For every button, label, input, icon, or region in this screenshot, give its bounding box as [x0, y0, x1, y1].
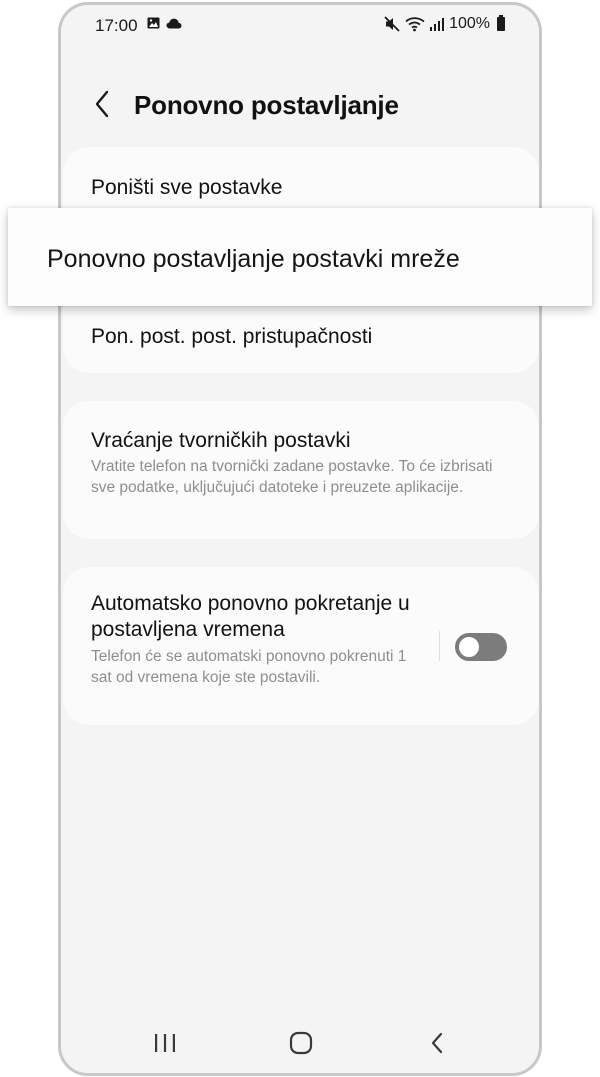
factory-reset-item[interactable]: Vraćanje tvorničkih postavki Vratite tel… — [63, 401, 539, 539]
status-right: 100% — [384, 15, 505, 33]
page-title: Ponovno postavljanje — [134, 90, 399, 120]
reset-network-settings-label: Ponovno postavljanje postavki mreže — [47, 245, 460, 273]
factory-reset-card: Vraćanje tvorničkih postavki Vratite tel… — [63, 401, 539, 539]
gallery-icon — [147, 17, 160, 29]
signal-icon — [430, 18, 445, 31]
auto-restart-card: Automatsko ponovno pokretanje u postavlj… — [63, 567, 539, 725]
reset-accessibility-label: Pon. post. post. pristupačnosti — [91, 325, 373, 348]
home-icon — [289, 1031, 313, 1055]
reset-accessibility-item[interactable]: Pon. post. post. pristupačnosti — [63, 297, 539, 373]
cloud-icon — [166, 18, 182, 28]
auto-restart-label: Automatsko ponovno pokretanje u postavlj… — [91, 592, 410, 641]
chevron-left-icon — [95, 90, 109, 118]
battery-icon — [497, 15, 505, 31]
recent-apps-icon — [155, 1034, 175, 1052]
reset-network-settings-item[interactable]: Ponovno postavljanje postavki mreže — [8, 208, 592, 306]
auto-restart-toggle[interactable] — [455, 633, 507, 661]
status-bar: 17:00 100% — [61, 5, 539, 45]
toggle-divider — [439, 631, 440, 661]
toggle-knob — [457, 635, 481, 659]
reset-all-settings-label: Poništi sve postavke — [91, 176, 283, 199]
phone-frame: 17:00 100% Ponovno postavljanje Poništi … — [58, 2, 542, 1076]
mute-icon — [384, 16, 400, 32]
nav-back-button[interactable] — [407, 1013, 467, 1073]
auto-restart-description: Telefon će se automatski ponovno pokrenu… — [91, 648, 407, 686]
back-icon — [431, 1032, 443, 1054]
header: Ponovno postavljanje — [61, 75, 539, 135]
factory-reset-description: Vratite telefon na tvornički zadane post… — [91, 458, 493, 496]
status-left-icons — [147, 17, 182, 29]
back-button[interactable] — [85, 87, 119, 121]
factory-reset-label: Vraćanje tvorničkih postavki — [91, 429, 351, 452]
recent-apps-button[interactable] — [135, 1013, 195, 1073]
battery-percent: 100% — [449, 15, 490, 32]
wifi-icon — [405, 17, 425, 32]
navigation-bar — [61, 1013, 539, 1073]
home-button[interactable] — [271, 1013, 331, 1073]
status-time: 17:00 — [95, 16, 138, 35]
auto-restart-item[interactable]: Automatsko ponovno pokretanje u postavlj… — [63, 567, 539, 725]
